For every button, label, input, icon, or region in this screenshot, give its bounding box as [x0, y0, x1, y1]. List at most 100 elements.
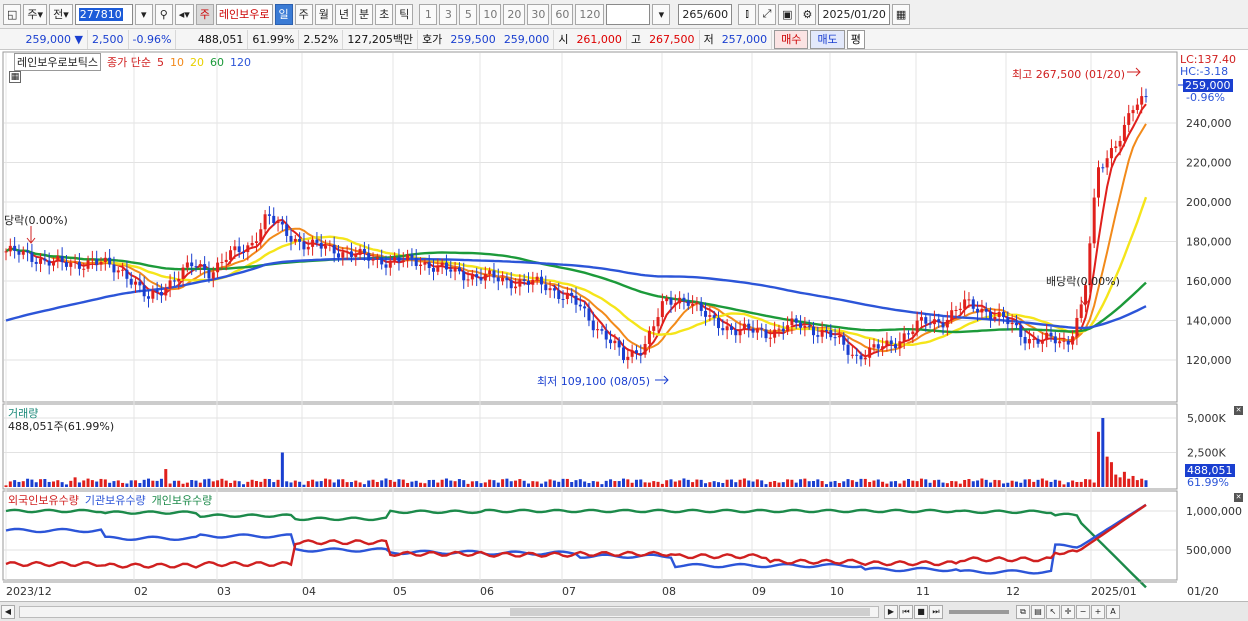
candle-body: [626, 356, 630, 361]
candle-body: [509, 280, 513, 289]
candle-body: [82, 268, 86, 270]
horizontal-scrollbar[interactable]: [19, 605, 879, 618]
volume-bar: [932, 480, 936, 487]
candle-body: [794, 318, 798, 323]
volume-bar: [462, 480, 466, 487]
chart-canvas[interactable]: 240,000 220,000 200,000 180,000 160,000 140,0…: [0, 0, 1248, 621]
max-price-note: 최고 267,500 (01/20): [1012, 68, 1126, 81]
close-holdings-panel-icon[interactable]: ✕: [1234, 493, 1243, 502]
candle-body: [177, 278, 181, 282]
volume-bar: [941, 482, 945, 487]
scrollbar-thumb[interactable]: [510, 607, 870, 616]
candle-body: [712, 315, 716, 318]
scroll-right-icon[interactable]: ▶: [884, 604, 898, 619]
x-tick-label: 01/20: [1187, 585, 1219, 598]
candle-body: [1019, 325, 1023, 337]
chart-copy-icon[interactable]: ⧉: [1016, 604, 1030, 619]
candle-body: [211, 272, 215, 279]
candle-body: [704, 310, 708, 317]
candle-body: [43, 258, 47, 261]
scroll-left-icon[interactable]: ◀: [1, 604, 15, 619]
candle-body: [384, 264, 388, 268]
candle-body: [246, 245, 250, 253]
candle-body: [544, 284, 548, 291]
volume-bar: [414, 480, 418, 487]
candle-body: [349, 251, 353, 257]
volume-bar: [984, 479, 988, 487]
first-page-icon[interactable]: ⏮: [899, 604, 913, 619]
candle-body: [112, 264, 116, 273]
volume-bar: [1109, 462, 1113, 487]
volume-bar: [1140, 478, 1144, 487]
volume-bar: [626, 479, 630, 487]
stop-icon[interactable]: ■: [914, 604, 928, 619]
volume-bar: [172, 480, 176, 487]
volume-bar: [557, 481, 561, 487]
candle-body: [216, 262, 220, 273]
close-volume-panel-icon[interactable]: ✕: [1234, 406, 1243, 415]
candle-body: [419, 264, 423, 266]
candle-body: [259, 229, 263, 242]
volume-bar: [272, 482, 276, 487]
candle-body: [781, 328, 785, 332]
candle-body: [254, 241, 258, 243]
candle-body: [997, 311, 1001, 318]
candle-body: [432, 268, 435, 272]
candle-body: [539, 276, 543, 285]
volume-bar: [280, 452, 284, 487]
crosshair-icon[interactable]: ✛: [1061, 604, 1075, 619]
price-legend: 레인보우로보틱스 종가 단순 5 10 20 60 120: [14, 53, 251, 71]
candle-body: [669, 298, 673, 305]
volume-bar: [665, 480, 669, 487]
candle-body: [440, 262, 444, 266]
volume-bar: [691, 482, 695, 487]
last-page-icon[interactable]: ⏭: [929, 604, 943, 619]
volume-bar: [367, 480, 371, 487]
zoom-out-icon[interactable]: −: [1076, 604, 1090, 619]
volume-bar: [872, 480, 876, 487]
volume-bar: [591, 481, 595, 487]
candle-body: [341, 252, 345, 258]
candle-body: [647, 330, 651, 344]
font-size-icon[interactable]: A: [1106, 604, 1120, 619]
volume-bar: [937, 479, 941, 487]
volume-bar: [565, 478, 569, 487]
x-tick-label: 2025/01: [1091, 585, 1137, 598]
candle-body: [311, 239, 315, 247]
holdings-tick-label: 1,000,000: [1186, 505, 1242, 518]
candle-body: [751, 328, 755, 333]
candle-body: [924, 317, 928, 324]
volume-bar: [134, 480, 138, 487]
cursor-icon[interactable]: ↖: [1046, 604, 1060, 619]
candle-body: [522, 279, 526, 281]
candle-body: [457, 267, 461, 272]
candle-body: [1062, 340, 1066, 342]
candle-body: [907, 333, 910, 335]
candle-body: [755, 328, 759, 333]
candle-body: [60, 256, 64, 263]
volume-bar: [535, 481, 539, 487]
zoom-slider[interactable]: [949, 609, 1009, 614]
candle-body: [116, 270, 120, 273]
volume-bar: [362, 484, 366, 487]
volume-bar: [457, 479, 461, 487]
volume-bar: [993, 479, 997, 487]
volume-bar: [423, 483, 427, 487]
volume-bar: [237, 481, 241, 487]
zoom-in-icon[interactable]: +: [1091, 604, 1105, 619]
candle-body: [630, 350, 634, 357]
volume-bar: [289, 482, 293, 487]
chart-layout-icon[interactable]: ▤: [1031, 604, 1045, 619]
stock-title-label[interactable]: 레인보우로보틱스: [14, 53, 101, 71]
volume-bar: [678, 480, 682, 487]
table-toggle-icon[interactable]: ▦: [9, 71, 21, 83]
candle-body: [172, 280, 176, 282]
x-tick-label: 03: [217, 585, 231, 598]
volume-bar: [751, 481, 755, 487]
volume-bar: [73, 477, 77, 487]
volume-bar: [4, 485, 8, 487]
volume-bar: [634, 479, 638, 487]
candle-body: [1135, 104, 1139, 110]
volume-bar: [138, 483, 142, 487]
volume-bar: [1053, 479, 1057, 487]
